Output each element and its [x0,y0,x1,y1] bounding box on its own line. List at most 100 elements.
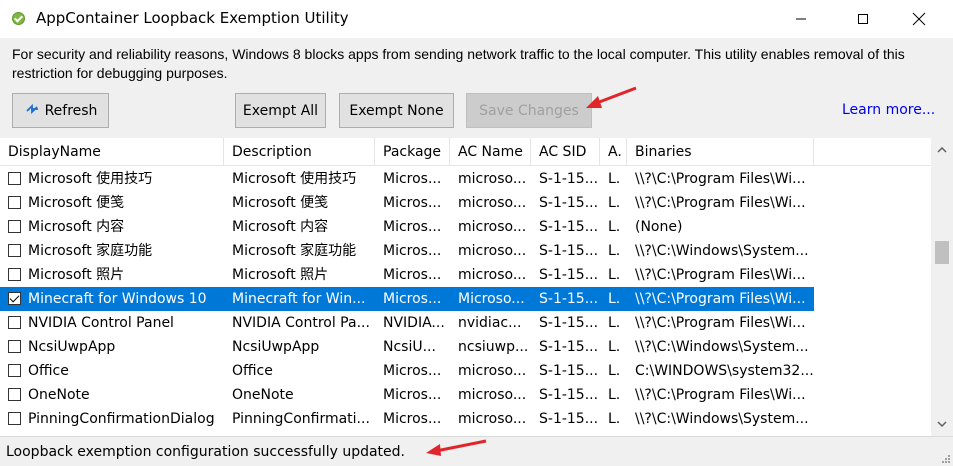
scroll-thumb[interactable] [935,241,949,264]
cell-binaries: \\?\C:\Program Files\Wi... [635,291,806,307]
cell-ac-name: microso... [458,171,527,187]
cell-package: Micros... [383,171,442,187]
cell-binaries: \\?\C:\Program Files\Wi... [635,387,806,403]
cell-description: NVIDIA Control Pa... [232,315,370,331]
cell-a: L. [608,291,621,307]
table-row[interactable]: NVIDIA Control Panel NVIDIA Control Pa...… [0,311,814,335]
refresh-label: Refresh [44,102,98,119]
vertical-scrollbar[interactable] [931,138,953,436]
cell-description: Microsoft 照片 [232,267,329,283]
cell-displayname: NcsiUwpApp [28,339,116,355]
close-icon [912,12,926,26]
cell-ac-sid: S-1-15... [539,315,599,331]
cell-description: Microsoft 家庭功能 [232,243,357,259]
cell-ac-name: microso... [458,219,527,235]
title-bar: AppContainer Loopback Exemption Utility [0,0,953,38]
scroll-up-button[interactable] [931,138,953,162]
column-header-a[interactable]: A. [600,138,627,166]
cell-description: PinningConfirmati... [232,411,370,427]
table-row[interactable]: Microsoft 照片 Microsoft 照片 Micros... microso… [0,263,814,287]
cell-displayname: NVIDIA Control Panel [28,315,174,331]
cell-package: Micros... [383,195,442,211]
cell-ac-sid: S-1-15... [539,243,599,259]
cell-binaries: \\?\C:\Program Files\Wi... [635,171,806,187]
cell-ac-name: nvidiac... [458,315,522,331]
chevron-up-icon [937,147,947,153]
cell-package: NcsiU... [383,339,436,355]
cell-displayname: OneNote [28,387,90,403]
cell-binaries: (None) [635,219,683,235]
cell-a: L. [608,195,621,211]
cell-binaries: \\?\C:\Program Files\Wi... [635,195,806,211]
cell-ac-name: microso... [458,363,527,379]
refresh-icon [24,102,40,120]
cell-description: Minecraft for Win... [232,291,366,307]
cell-package: Micros... [383,243,442,259]
column-header-binaries[interactable]: Binaries [627,138,814,166]
cell-package: Micros... [383,387,442,403]
cell-displayname: Minecraft for Windows 10 [28,291,207,307]
cell-ac-name: ncsiuwp... [458,339,529,355]
cell-description: NcsiUwpApp [232,339,320,355]
table-row[interactable]: PinningConfirmationDialog PinningConfirma… [0,407,814,431]
table-row[interactable]: Microsoft 便笺 Microsoft 便笺 Micros... microso… [0,191,814,215]
table-row[interactable]: Microsoft 内容 Microsoft 内容 Micros... microso… [0,215,814,239]
exempt-all-button[interactable]: Exempt All [235,93,326,128]
table-row[interactable]: Microsoft 使用技巧 Microsoft 使用技巧 Micros... mic… [0,167,814,191]
cell-displayname: Microsoft 便笺 [28,195,125,211]
table-row[interactable]: Office Office Micros... microso... S-1-15...… [0,359,814,383]
cell-package: Micros... [383,219,442,235]
maximize-icon [858,14,868,24]
cell-binaries: C:\WINDOWS\system32... [635,363,814,379]
cell-ac-sid: S-1-15... [539,411,599,427]
cell-a: L. [608,339,621,355]
cell-package: NVIDIA... [383,315,445,331]
cell-package: Micros... [383,411,442,427]
column-header-package[interactable]: Package [375,138,450,166]
table-row[interactable]: NcsiUwpApp NcsiUwpApp NcsiU... ncsiuwp... S-… [0,335,814,359]
resize-grip-icon[interactable] [941,454,951,464]
cell-description: Microsoft 内容 [232,219,329,235]
cell-displayname: Microsoft 家庭功能 [28,243,153,259]
column-header-description[interactable]: Description [224,138,375,166]
close-button[interactable] [896,0,942,38]
learn-more-link[interactable]: Learn more... [842,102,935,118]
cell-package: Micros... [383,267,442,283]
chevron-down-icon [937,421,947,427]
cell-description: Microsoft 便笺 [232,195,329,211]
cell-ac-sid: S-1-15... [539,219,599,235]
column-header-displayname[interactable]: DisplayName [0,138,224,166]
minimize-icon [796,18,806,20]
cell-binaries: \\?\C:\Windows\System... [635,411,809,427]
cell-description: OneNote [232,387,294,403]
cell-ac-sid: S-1-15... [539,363,599,379]
status-bar: Loopback exemption configuration success… [0,436,953,466]
cell-a: L. [608,219,621,235]
table-row[interactable]: Minecraft for Windows 10 Minecraft for Wi… [0,287,814,311]
table-row[interactable]: OneNote OneNote Micros... microso... S-1-15.… [0,383,814,407]
cell-package: Micros... [383,363,442,379]
cell-binaries: \\?\C:\Program Files\Wi... [635,315,806,331]
cell-binaries: \\?\C:\Program Files\Wi... [635,267,806,283]
maximize-button[interactable] [840,0,886,38]
cell-a: L. [608,363,621,379]
cell-package: Micros... [383,291,442,307]
column-header-ac-name[interactable]: AC Name [450,138,531,166]
cell-a: L. [608,171,621,187]
cell-displayname: PinningConfirmationDialog [28,411,215,427]
exempt-none-button[interactable]: Exempt None [339,93,454,128]
column-header-ac-sid[interactable]: AC SID [531,138,600,166]
minimize-button[interactable] [778,0,824,38]
scroll-down-button[interactable] [931,412,953,436]
description-text: For security and reliability reasons, Wi… [12,46,905,81]
cell-displayname: Microsoft 使用技巧 [28,171,153,187]
cell-binaries: \\?\C:\Windows\System... [635,243,809,259]
table-row[interactable]: Microsoft 家庭功能 Microsoft 家庭功能 Micros... mic… [0,239,814,263]
refresh-button[interactable]: Refresh [12,93,109,128]
cell-ac-name: microso... [458,411,527,427]
cell-a: L. [608,267,621,283]
cell-ac-name: microso... [458,195,527,211]
app-list[interactable]: DisplayName Description Package AC Name … [0,138,931,436]
save-changes-button[interactable]: Save Changes [466,93,592,128]
cell-ac-name: Microso... [458,291,525,307]
